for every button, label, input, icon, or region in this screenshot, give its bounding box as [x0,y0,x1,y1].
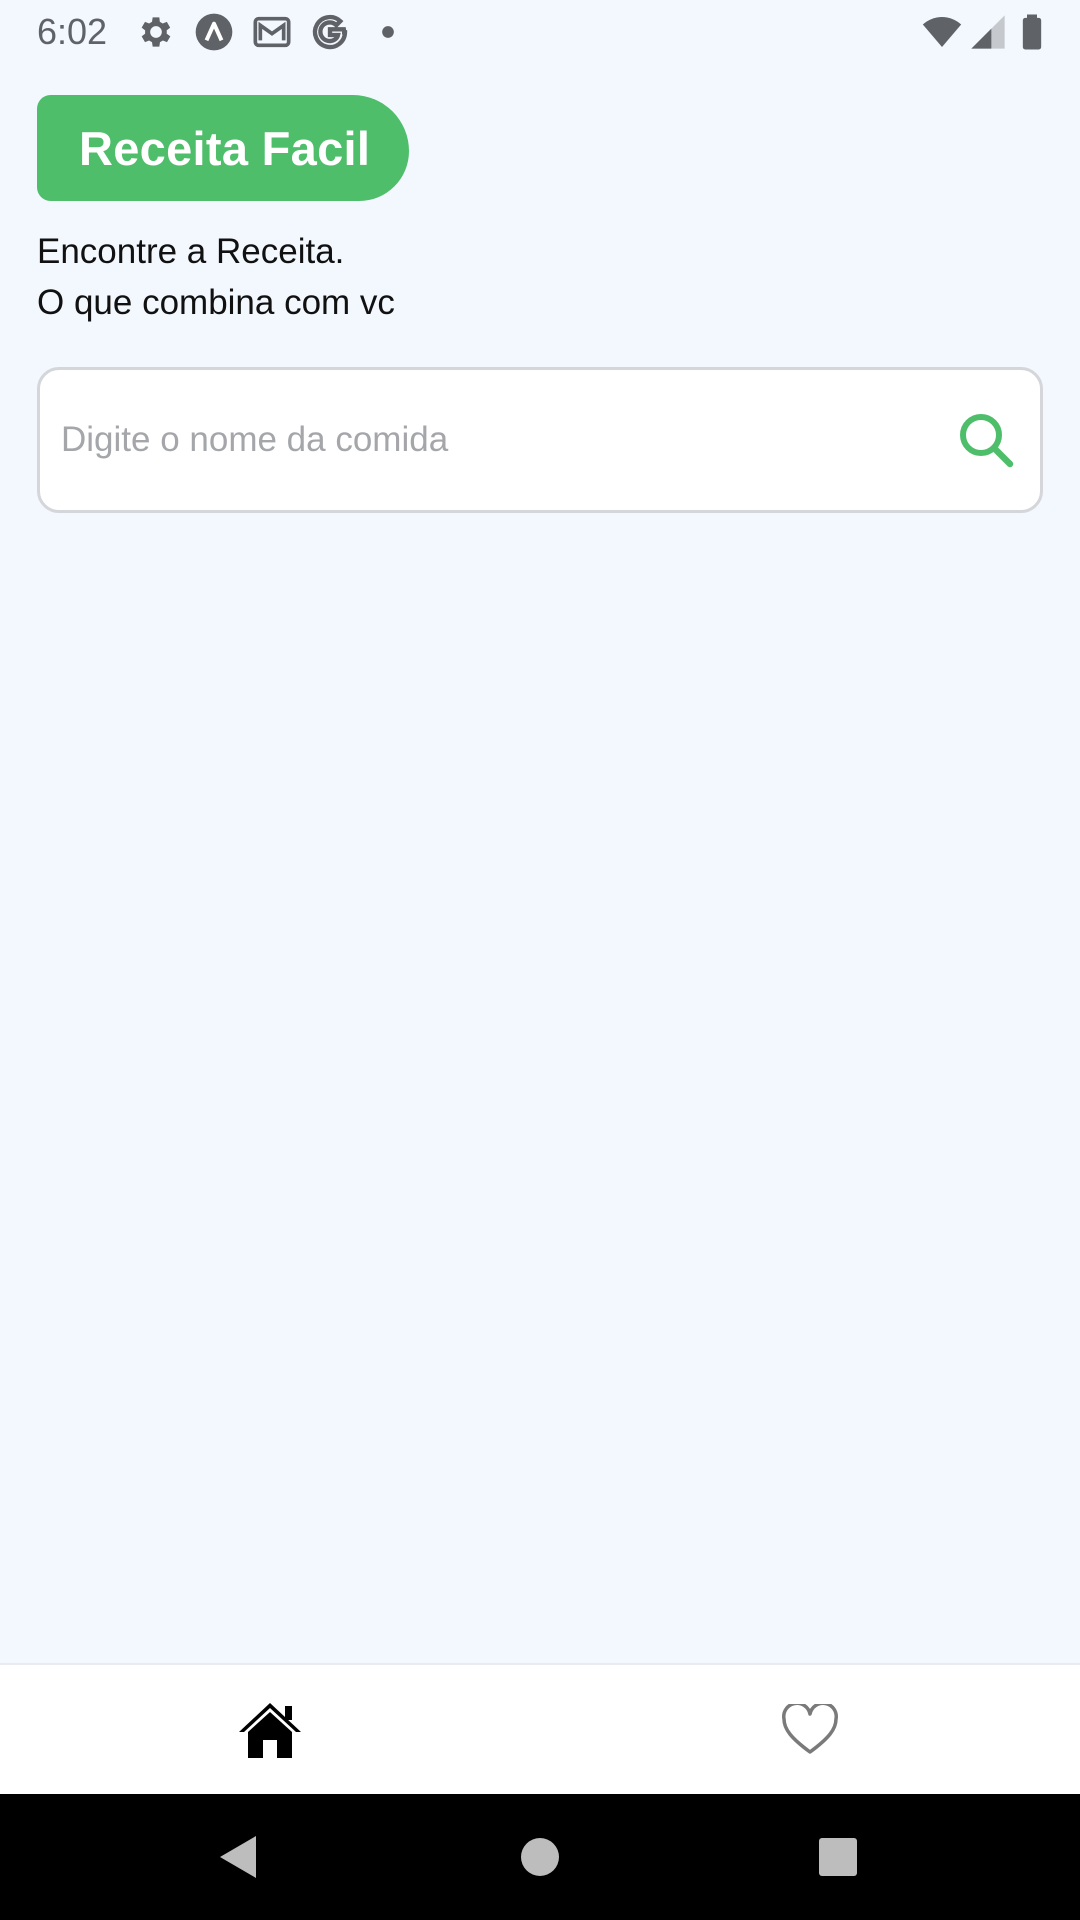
status-bar: 6:02 [0,0,1080,64]
gmail-icon [252,12,292,52]
system-nav-bar [0,1794,1080,1920]
app-a-icon [194,12,234,52]
google-icon [310,12,350,52]
subtitle-line-2: O que combina com vc [37,283,395,322]
bottom-tab-bar [0,1663,1080,1794]
signal-icon [968,12,1008,52]
app-title: Receita Facil [79,121,371,175]
wifi-icon [922,12,962,52]
gear-icon [136,12,176,52]
dot-icon [368,12,408,52]
home-icon [237,1700,303,1760]
subtitle-line-1: Encontre a Receita. [37,232,345,271]
battery-icon [1012,12,1052,52]
search-input[interactable] [61,370,941,510]
tab-favorites[interactable] [540,1665,1080,1794]
tab-home[interactable] [0,1665,540,1794]
page-subtitle: Encontre a Receita. O que combina com vc [37,226,395,328]
search-icon[interactable] [954,408,1018,472]
status-time: 6:02 [37,11,108,52]
back-icon[interactable] [212,1830,266,1884]
recents-icon[interactable] [811,1830,865,1884]
app-logo-badge: Receita Facil [37,95,409,201]
heart-icon [781,1703,839,1756]
search-bar [37,367,1043,513]
home-circle-icon[interactable] [513,1830,567,1884]
